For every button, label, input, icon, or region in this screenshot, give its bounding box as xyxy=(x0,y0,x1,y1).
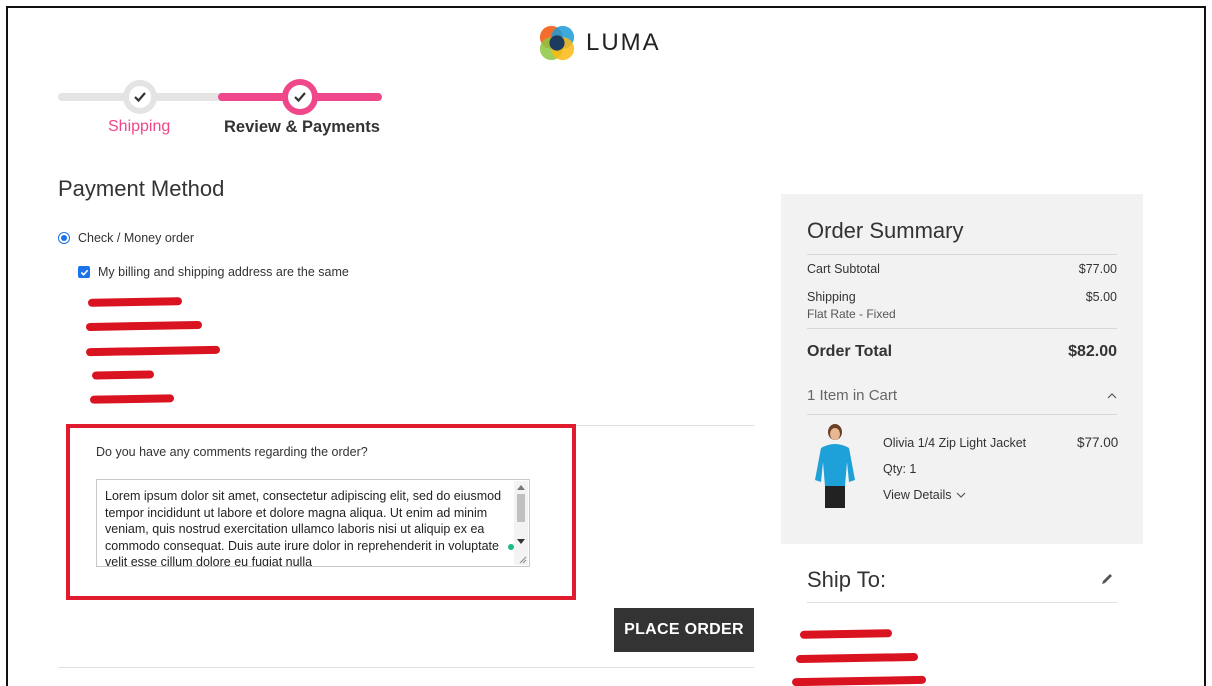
shipping-row: Shipping $5.00 xyxy=(807,290,1117,304)
cart-subtotal-row: Cart Subtotal $77.00 xyxy=(807,262,1117,276)
redacted-address-line xyxy=(89,394,175,404)
product-thumbnail xyxy=(815,424,855,508)
shipping-label: Shipping xyxy=(807,290,856,304)
items-in-cart-label[interactable]: 1 Item in Cart xyxy=(807,387,897,404)
chevron-up-icon[interactable] xyxy=(1107,391,1117,401)
checkmark-icon xyxy=(80,269,88,276)
order-total-label: Order Total xyxy=(807,343,893,360)
scroll-down-icon[interactable] xyxy=(517,539,525,544)
redacted-ship-line xyxy=(799,629,893,639)
payment-option-checkmo[interactable]: Check / Money order xyxy=(58,231,194,245)
same-address-option[interactable]: My billing and shipping address are the … xyxy=(78,265,349,279)
redacted-address-line xyxy=(91,370,155,380)
section-divider xyxy=(576,425,754,426)
order-summary: Order Summary Cart Subtotal $77.00 Shipp… xyxy=(781,194,1143,544)
step-shipping-link[interactable]: Shipping xyxy=(108,118,170,136)
edit-pencil-icon[interactable] xyxy=(1100,572,1114,586)
ship-to-title: Ship To: xyxy=(807,567,887,592)
luma-logo-icon xyxy=(539,25,575,61)
order-summary-title: Order Summary xyxy=(807,218,964,243)
checkmark-icon xyxy=(294,92,306,103)
view-details-toggle[interactable]: View Details xyxy=(883,488,966,502)
payment-option-label[interactable]: Check / Money order xyxy=(78,231,194,245)
spellcheck-indicator xyxy=(508,544,514,550)
shipping-value: $5.00 xyxy=(1085,290,1117,304)
product-name: Olivia 1/4 Zip Light Jacket xyxy=(883,436,1027,450)
shipping-method: Flat Rate - Fixed xyxy=(807,307,896,321)
ship-to-divider xyxy=(807,602,1117,603)
product-qty: Qty: 1 xyxy=(883,462,917,476)
checkmark-icon xyxy=(134,92,146,103)
textarea-scrollbar[interactable] xyxy=(514,481,528,565)
luma-logo[interactable]: LUMA xyxy=(538,24,661,62)
items-in-cart-toggle[interactable]: 1 Item in Cart xyxy=(807,387,1117,404)
brand-name: LUMA xyxy=(586,29,661,56)
resize-grip-icon[interactable] xyxy=(519,556,527,564)
place-order-button[interactable]: PLACE ORDER xyxy=(614,608,754,652)
same-address-label[interactable]: My billing and shipping address are the … xyxy=(98,265,349,279)
summary-divider xyxy=(807,254,1117,255)
summary-divider xyxy=(807,328,1117,329)
step-review-label: Review & Payments xyxy=(224,118,380,136)
scroll-up-icon[interactable] xyxy=(517,485,525,490)
step-review-indicator xyxy=(282,79,318,115)
order-total-row: Order Total $82.00 xyxy=(807,343,1117,361)
comments-text[interactable]: Lorem ipsum dolor sit amet, consectetur … xyxy=(105,488,513,566)
comments-label: Do you have any comments regarding the o… xyxy=(96,445,368,459)
payment-method-title: Payment Method xyxy=(58,176,225,201)
cart-subtotal-value: $77.00 xyxy=(1078,262,1117,276)
bottom-divider xyxy=(58,667,754,668)
summary-divider xyxy=(807,414,1117,415)
product-price: $77.00 xyxy=(1077,435,1119,450)
order-total-value: $82.00 xyxy=(1068,343,1117,360)
same-address-checkbox[interactable] xyxy=(78,266,90,278)
cart-subtotal-label: Cart Subtotal xyxy=(807,262,880,276)
scroll-thumb[interactable] xyxy=(517,494,525,522)
comments-textarea[interactable]: Lorem ipsum dolor sit amet, consectetur … xyxy=(96,479,530,567)
checkout-progress: Shipping Review & Payments xyxy=(58,79,382,140)
chevron-down-icon[interactable] xyxy=(956,491,966,499)
redacted-address-line xyxy=(87,297,183,307)
payment-radio[interactable] xyxy=(58,232,70,244)
step-shipping-indicator xyxy=(123,80,157,114)
view-details-label[interactable]: View Details xyxy=(883,488,952,502)
